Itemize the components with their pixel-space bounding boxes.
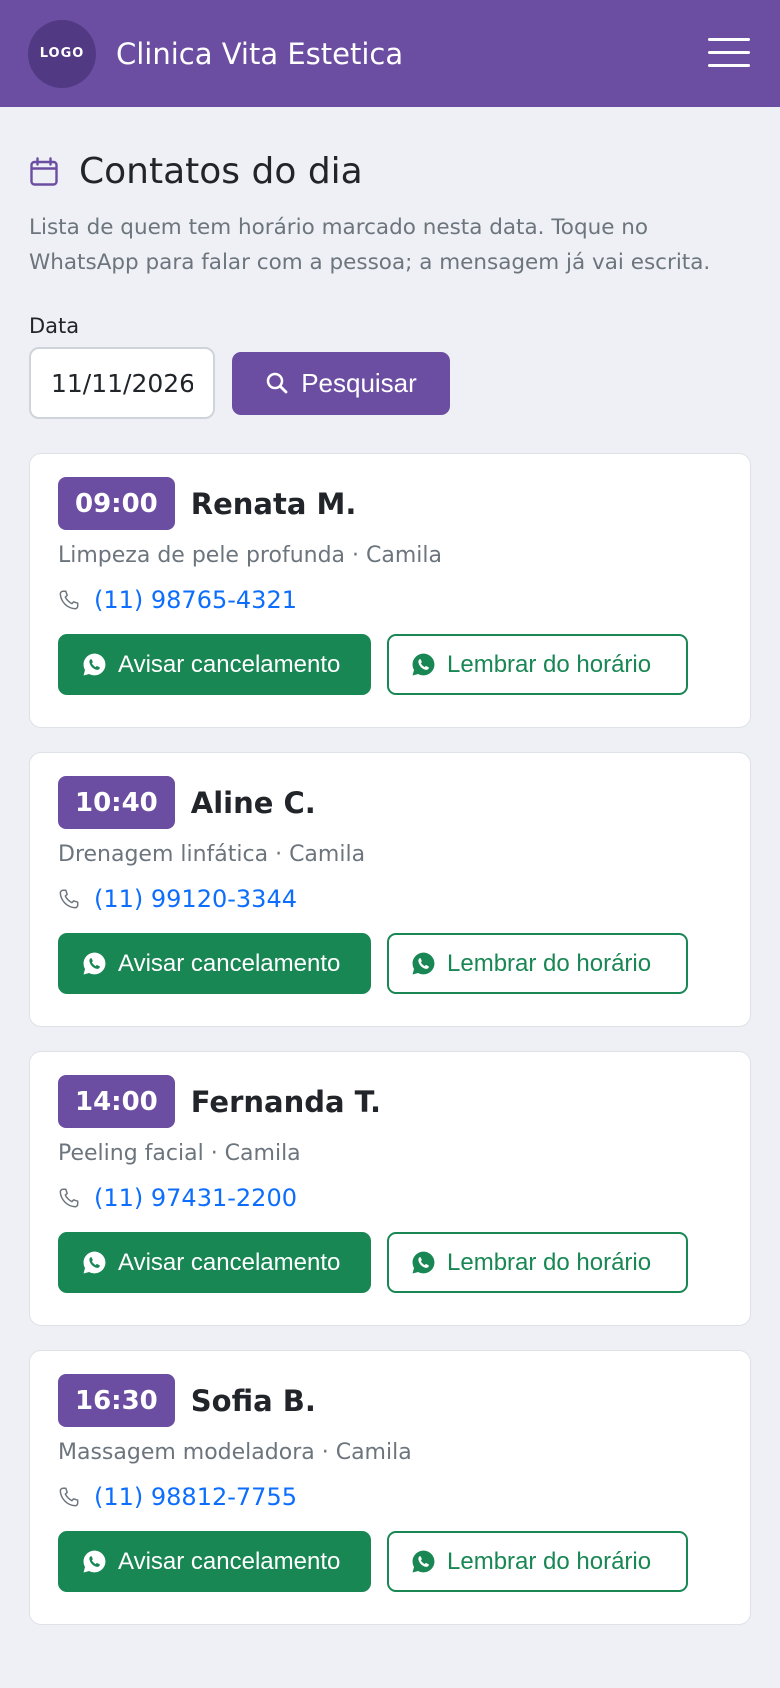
- phone-row: (11) 97431-2200: [58, 1184, 722, 1212]
- remind-appointment-button[interactable]: Lembrar do horário: [387, 1232, 688, 1293]
- remind-appointment-button[interactable]: Lembrar do horário: [387, 1531, 688, 1592]
- whatsapp-icon: [412, 653, 435, 676]
- remind-appointment-label: Lembrar do horário: [447, 1248, 652, 1276]
- page-description: Lista de quem tem horário marcado nesta …: [29, 215, 711, 275]
- phone-link[interactable]: (11) 99120-3344: [94, 885, 297, 913]
- client-name: Renata M.: [190, 486, 357, 521]
- phone-row: (11) 98765-4321: [58, 586, 722, 614]
- phone-icon: [59, 889, 79, 909]
- whatsapp-icon: [83, 1251, 106, 1274]
- whatsapp-icon: [412, 952, 435, 975]
- remind-appointment-button[interactable]: Lembrar do horário: [387, 933, 688, 994]
- remind-appointment-button[interactable]: Lembrar do horário: [387, 634, 688, 695]
- page-header: Contatos do dia: [29, 151, 751, 192]
- appointment-card: 10:40 Aline C. Drenagem linfática · Cami…: [29, 752, 751, 1027]
- appointment-actions: Avisar cancelamento Lembrar do horário: [58, 634, 722, 695]
- appointment-list: 09:00 Renata M. Limpeza de pele profunda…: [29, 453, 751, 1625]
- remind-appointment-label: Lembrar do horário: [447, 1547, 652, 1575]
- phone-row: (11) 98812-7755: [58, 1483, 722, 1511]
- calendar-icon: [30, 156, 58, 186]
- client-name: Sofia B.: [190, 1383, 316, 1418]
- phone-row: (11) 99120-3344: [58, 885, 722, 913]
- phone-link[interactable]: (11) 98812-7755: [94, 1483, 297, 1511]
- service-professional: Peeling facial · Camila: [58, 1141, 301, 1166]
- logo-text: LOGO: [39, 46, 85, 61]
- remind-appointment-label: Lembrar do horário: [447, 949, 652, 977]
- phone-icon: [59, 590, 79, 610]
- phone-icon: [59, 1188, 79, 1208]
- time-badge: 09:00: [58, 477, 175, 530]
- appointment-header: 16:30 Sofia B.: [58, 1374, 722, 1427]
- whatsapp-icon: [412, 1251, 435, 1274]
- phone-icon: [59, 1487, 79, 1507]
- notify-cancellation-button[interactable]: Avisar cancelamento: [58, 1232, 371, 1293]
- remind-appointment-label: Lembrar do horário: [447, 650, 652, 678]
- top-navbar: LOGO Clinica Vita Estetica: [0, 0, 780, 107]
- appointment-card: 09:00 Renata M. Limpeza de pele profunda…: [29, 453, 751, 728]
- appointment-header: 10:40 Aline C.: [58, 776, 722, 829]
- appointment-actions: Avisar cancelamento Lembrar do horário: [58, 1531, 722, 1592]
- appointment-card: 14:00 Fernanda T. Peeling facial · Camil…: [29, 1051, 751, 1326]
- whatsapp-icon: [83, 952, 106, 975]
- hamburger-menu-icon[interactable]: [708, 38, 750, 68]
- main-content: Contatos do dia Lista de quem tem horári…: [0, 151, 780, 1625]
- date-input[interactable]: [29, 347, 215, 419]
- notify-cancellation-label: Avisar cancelamento: [118, 949, 341, 977]
- notify-cancellation-button[interactable]: Avisar cancelamento: [58, 933, 371, 994]
- notify-cancellation-button[interactable]: Avisar cancelamento: [58, 634, 371, 695]
- brand-name[interactable]: Clinica Vita Estetica: [116, 37, 403, 71]
- appointment-header: 09:00 Renata M.: [58, 477, 722, 530]
- notify-cancellation-button[interactable]: Avisar cancelamento: [58, 1531, 371, 1592]
- notify-cancellation-label: Avisar cancelamento: [118, 650, 341, 678]
- notify-cancellation-label: Avisar cancelamento: [118, 1248, 341, 1276]
- search-icon: [266, 372, 288, 394]
- whatsapp-icon: [83, 653, 106, 676]
- whatsapp-icon: [83, 1550, 106, 1573]
- appointment-actions: Avisar cancelamento Lembrar do horário: [58, 933, 722, 994]
- service-professional: Limpeza de pele profunda · Camila: [58, 543, 442, 568]
- service-professional: Drenagem linfática · Camila: [58, 842, 366, 867]
- time-badge: 14:00: [58, 1075, 175, 1128]
- clinic-logo[interactable]: LOGO: [28, 19, 96, 88]
- notify-cancellation-label: Avisar cancelamento: [118, 1547, 341, 1575]
- appointment-header: 14:00 Fernanda T.: [58, 1075, 722, 1128]
- search-button[interactable]: Pesquisar: [232, 351, 450, 415]
- search-form: Pesquisar: [29, 347, 751, 419]
- date-label: Data: [29, 314, 80, 338]
- search-button-label: Pesquisar: [301, 367, 417, 398]
- client-name: Aline C.: [190, 785, 316, 820]
- time-badge: 16:30: [58, 1374, 175, 1427]
- phone-link[interactable]: (11) 98765-4321: [94, 586, 297, 614]
- phone-link[interactable]: (11) 97431-2200: [94, 1184, 297, 1212]
- service-professional: Massagem modeladora · Camila: [58, 1440, 412, 1465]
- whatsapp-icon: [412, 1550, 435, 1573]
- time-badge: 10:40: [58, 776, 175, 829]
- appointment-actions: Avisar cancelamento Lembrar do horário: [58, 1232, 722, 1293]
- page-title: Contatos do dia: [79, 151, 363, 192]
- appointment-card: 16:30 Sofia B. Massagem modeladora · Cam…: [29, 1350, 751, 1625]
- client-name: Fernanda T.: [190, 1084, 382, 1119]
